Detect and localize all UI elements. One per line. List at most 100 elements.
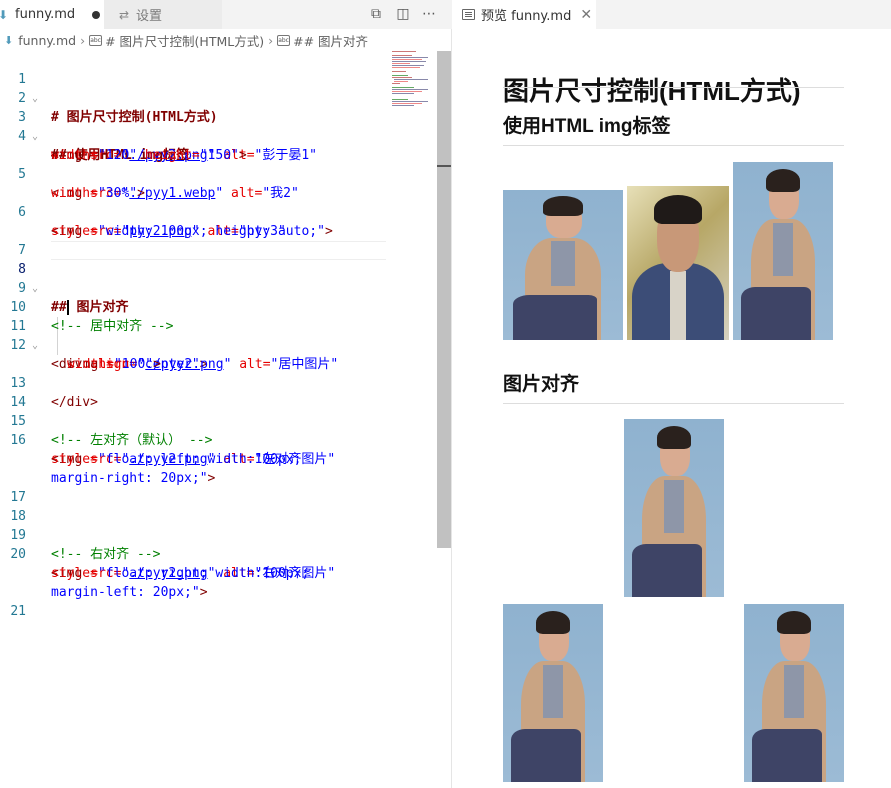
close-icon[interactable]: ✕: [580, 7, 592, 23]
breadcrumb-file-label: funny.md: [18, 32, 77, 48]
code-area[interactable]: 1 ⌄ # 图片尺寸控制(HTML方式) 2 3 ⌄ ## 使用HTML img…: [0, 51, 437, 788]
preview-pane: 预览 funny.md ✕ 图片尺寸控制(HTML方式) 使用HTML img标…: [453, 0, 891, 788]
section-heading-img-tag: 使用HTML img标签: [503, 116, 671, 137]
code-line-6-wrap[interactable]: style="width: 100px; height: auto;">: [0, 203, 437, 239]
code-line-13[interactable]: 13 </div>: [0, 355, 437, 410]
preview-image-right[interactable]: [744, 604, 844, 782]
scrollbar-thumb[interactable]: [437, 51, 451, 548]
photo-shape: [752, 728, 822, 782]
minimap-line: [392, 103, 422, 104]
photo-shape: [632, 543, 702, 597]
photo-shape: [766, 169, 800, 193]
tab-funny-md[interactable]: ⬇ funny.md: [0, 0, 104, 29]
code-line-20-wrap[interactable]: margin-left: 20px;">: [0, 564, 437, 600]
photo-shape: [653, 195, 703, 225]
breadcrumb-heading-1[interactable]: abc # 图片尺寸控制(HTML方式): [89, 31, 264, 50]
editor-pane: ⬇ funny.md ⇄ 设置 ⧉ ◫ ⋯ ⬇ funny.md › abc #…: [0, 0, 452, 788]
markdown-file-icon: ⬇: [0, 7, 9, 22]
code-line-1[interactable]: 1 ⌄ # 图片尺寸控制(HTML方式): [0, 51, 437, 125]
breadcrumb-heading-2[interactable]: abc ## 图片对齐: [277, 31, 368, 50]
code-line-21[interactable]: 21: [0, 583, 437, 619]
code-line-12[interactable]: 12 <img src="./pyy2.png" alt="居中图片": [0, 317, 437, 372]
preview-image-3[interactable]: [733, 162, 833, 340]
open-preview-icon[interactable]: ⧉: [366, 4, 386, 24]
text-symbol-icon: abc: [277, 34, 291, 46]
preview-image-1[interactable]: [503, 190, 623, 340]
minimap-line: [392, 59, 422, 60]
heading-divider: [503, 87, 844, 88]
code-line-7[interactable]: 7: [0, 222, 437, 258]
code-line-20-wrap[interactable]: style="float: right; width:100px;: [0, 545, 437, 581]
photo-shape: [536, 611, 570, 635]
code-line-9[interactable]: 9: [0, 260, 437, 296]
code-line-5-wrap[interactable]: width="30%">: [0, 165, 437, 201]
line-number: 21: [10, 604, 26, 619]
code-line-4-wrap[interactable]: width="120" height="150">: [0, 127, 437, 163]
code-line-15[interactable]: 15 <!-- 左对齐（默认） -->: [0, 393, 437, 448]
minimap-line: [392, 77, 412, 78]
photo-shape: [773, 222, 793, 276]
code-line-16-wrap[interactable]: margin-right: 20px;">: [0, 450, 437, 486]
code-line-3[interactable]: 3 ⌄ ## 使用HTML img标签: [0, 89, 437, 163]
code-line-18[interactable]: 18: [0, 488, 437, 524]
photo-shape: [741, 286, 811, 340]
code-line-8[interactable]: 8 ⌄ ## 图片对齐: [0, 241, 437, 315]
editor-scrollbar[interactable]: [437, 51, 451, 788]
markdown-file-icon: ⬇: [4, 33, 14, 47]
photo-shape: [657, 426, 691, 450]
minimap-line: [392, 55, 412, 56]
minimap[interactable]: [390, 51, 436, 111]
photo-shape: [777, 611, 811, 635]
minimap-line: [392, 99, 408, 100]
code-line-20[interactable]: 20 <img src="./pyy2.png" alt="右对齐图片": [0, 526, 437, 581]
minimap-line: [392, 63, 410, 64]
minimap-line: [392, 89, 428, 90]
page-title: 图片尺寸控制(HTML方式): [503, 76, 801, 106]
code-line-16[interactable]: 16 <img src="./pyy2.png" alt="左对齐图片": [0, 412, 437, 467]
code-line-14[interactable]: 14: [0, 374, 437, 410]
code-line-12-wrap[interactable]: width="100">: [0, 336, 437, 372]
minimap-line: [394, 81, 408, 82]
settings-icon: ⇄: [118, 7, 130, 22]
tab-preview-funny-md[interactable]: 预览 funny.md ✕: [453, 0, 596, 29]
editor-tab-bar: ⬇ funny.md ⇄ 设置 ⧉ ◫ ⋯: [0, 0, 452, 29]
minimap-line: [394, 79, 428, 80]
tab-settings[interactable]: ⇄ 设置: [104, 0, 222, 29]
text-symbol-icon: abc: [89, 34, 103, 46]
scrollbar-cursor-marker: [437, 165, 451, 167]
heading-divider: [503, 403, 844, 404]
code-line-17[interactable]: 17: [0, 469, 437, 505]
breadcrumb: ⬇ funny.md › abc # 图片尺寸控制(HTML方式) › abc …: [0, 29, 452, 51]
minimap-line: [392, 91, 422, 92]
minimap-line: [392, 101, 428, 102]
code-line-19[interactable]: 19 <!-- 右对齐 -->: [0, 507, 437, 562]
photo-shape: [551, 241, 575, 286]
code-line-6[interactable]: 6 <img src="pyy2.png" alt="pyy3": [0, 184, 437, 239]
code-line-2[interactable]: 2: [0, 70, 437, 106]
split-editor-icon[interactable]: ◫: [393, 4, 413, 24]
heading-divider: [503, 145, 844, 146]
minimap-line: [392, 61, 426, 62]
photo-shape: [542, 196, 584, 216]
breadcrumb-file[interactable]: ⬇ funny.md: [4, 33, 76, 48]
more-actions-icon[interactable]: ⋯: [419, 4, 439, 24]
photo-shape: [664, 479, 684, 533]
preview-image-left[interactable]: [503, 604, 603, 782]
code-line-5[interactable]: 5 <img src="./pyy1.webp" alt="我2": [0, 146, 437, 201]
chevron-right-icon: ›: [268, 32, 274, 48]
preview-image-center[interactable]: [624, 419, 724, 597]
breadcrumb-heading-2-label: ## 图片对齐: [293, 33, 369, 49]
minimap-line: [392, 71, 406, 72]
preview-image-2[interactable]: [627, 186, 729, 340]
code-line-11[interactable]: 11 ⌄ <div align="center">: [0, 298, 437, 372]
code-line-16-wrap[interactable]: style="float: left; width:100px;: [0, 431, 437, 467]
code-line-10[interactable]: 10 <!-- 居中对齐 -->: [0, 279, 437, 334]
minimap-line: [392, 67, 420, 68]
photo-shape: [669, 270, 687, 340]
preview-content[interactable]: 图片尺寸控制(HTML方式) 使用HTML img标签 图片对齐: [453, 29, 891, 788]
unsaved-dot-icon[interactable]: [92, 10, 101, 19]
breadcrumb-heading-1-label: # 图片尺寸控制(HTML方式): [105, 33, 265, 49]
code-line-4[interactable]: 4 <img src="./pyy2.png" alt="彭于晏1": [0, 108, 437, 163]
section-heading-align: 图片对齐: [503, 374, 580, 395]
photo-shape: [511, 728, 581, 782]
